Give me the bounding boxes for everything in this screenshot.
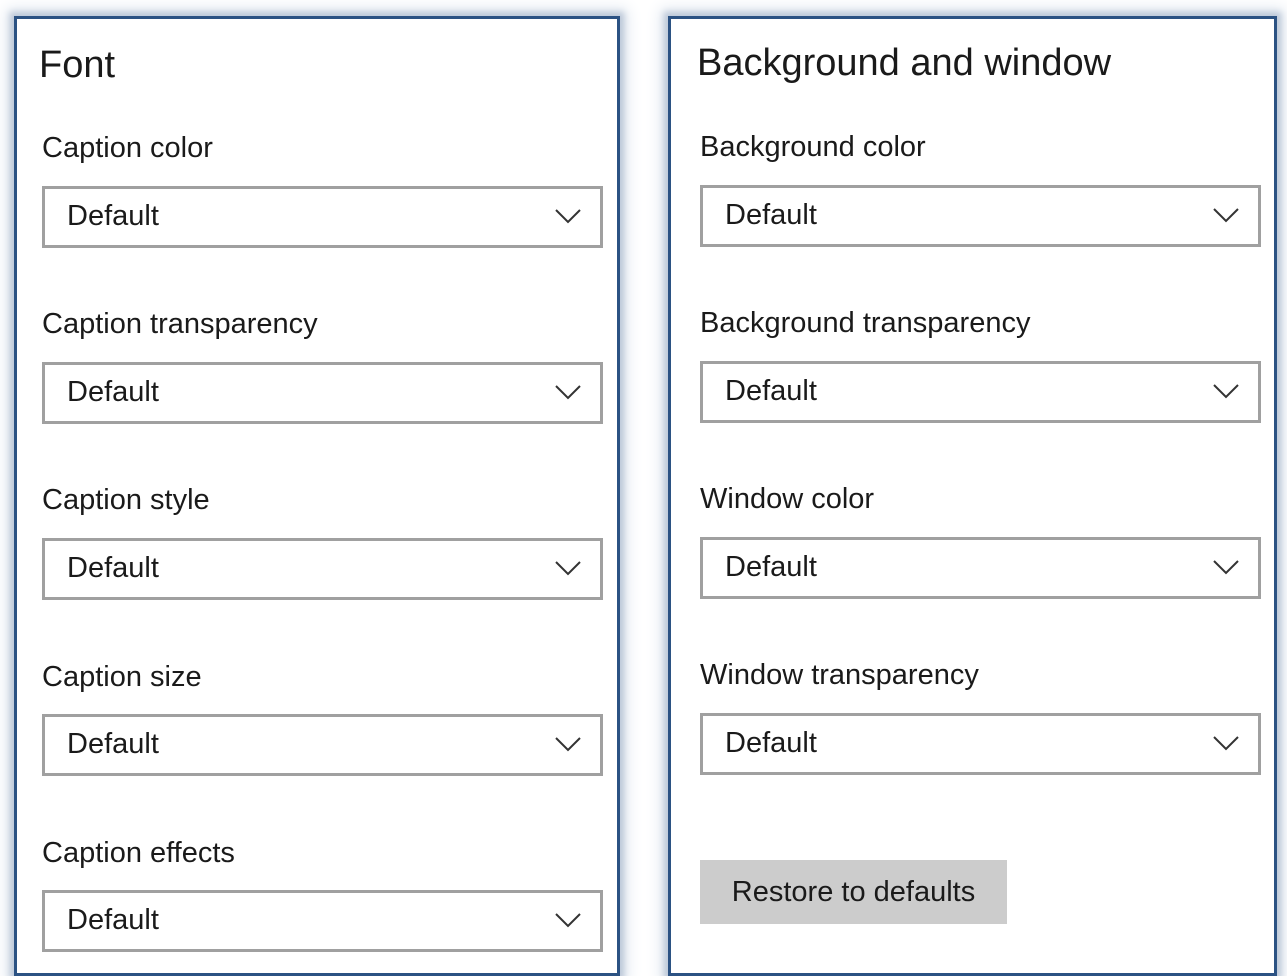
window-transparency-value: Default — [725, 727, 817, 759]
window-color-label: Window color — [700, 483, 875, 515]
chevron-down-icon — [554, 734, 582, 754]
chevron-down-icon — [1212, 381, 1240, 401]
chevron-down-icon — [554, 910, 582, 930]
caption-size-dropdown[interactable]: Default — [42, 714, 603, 776]
caption-color-label: Caption color — [42, 132, 213, 164]
window-transparency-dropdown[interactable]: Default — [700, 713, 1261, 775]
caption-size-label: Caption size — [42, 661, 202, 693]
window-color-value: Default — [725, 551, 817, 583]
background-transparency-value: Default — [725, 375, 817, 407]
caption-style-label: Caption style — [42, 484, 210, 516]
caption-style-value: Default — [67, 552, 159, 584]
caption-effects-dropdown[interactable]: Default — [42, 890, 603, 952]
background-window-panel: Background and window Background color D… — [668, 16, 1277, 976]
caption-transparency-label: Caption transparency — [42, 308, 318, 340]
window-transparency-label: Window transparency — [700, 659, 979, 691]
background-color-value: Default — [725, 199, 817, 231]
caption-effects-label: Caption effects — [42, 837, 235, 869]
caption-style-dropdown[interactable]: Default — [42, 538, 603, 600]
font-panel: Font Caption color Default Caption trans… — [14, 16, 620, 976]
caption-size-value: Default — [67, 728, 159, 760]
background-transparency-label: Background transparency — [700, 307, 1031, 339]
chevron-down-icon — [1212, 205, 1240, 225]
chevron-down-icon — [1212, 557, 1240, 577]
chevron-down-icon — [554, 382, 582, 402]
chevron-down-icon — [554, 558, 582, 578]
background-transparency-dropdown[interactable]: Default — [700, 361, 1261, 423]
chevron-down-icon — [1212, 733, 1240, 753]
caption-color-value: Default — [67, 200, 159, 232]
background-color-dropdown[interactable]: Default — [700, 185, 1261, 247]
chevron-down-icon — [554, 206, 582, 226]
caption-transparency-dropdown[interactable]: Default — [42, 362, 603, 424]
window-color-dropdown[interactable]: Default — [700, 537, 1261, 599]
caption-effects-value: Default — [67, 904, 159, 936]
caption-color-dropdown[interactable]: Default — [42, 186, 603, 248]
font-panel-title: Font — [39, 44, 116, 86]
background-color-label: Background color — [700, 131, 926, 163]
background-panel-title: Background and window — [697, 42, 1112, 84]
restore-defaults-button[interactable]: Restore to defaults — [700, 860, 1007, 924]
caption-transparency-value: Default — [67, 376, 159, 408]
